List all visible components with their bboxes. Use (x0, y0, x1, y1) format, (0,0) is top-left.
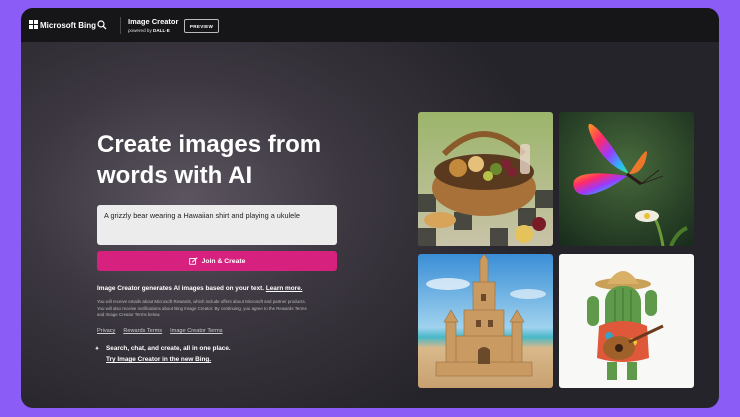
app-window: Microsoft Bing Image Creator powered by … (21, 8, 719, 408)
top-bar: Microsoft Bing Image Creator powered by … (21, 8, 719, 42)
image-creator-terms-link[interactable]: Image Creator Terms (170, 328, 222, 334)
search-button[interactable] (94, 17, 110, 33)
divider (120, 17, 121, 34)
rainbow-butterfly-art (559, 112, 694, 246)
promo-line-1: Search, chat, and create, all in one pla… (106, 345, 231, 352)
product-title[interactable]: Image Creator (128, 17, 178, 26)
picnic-basket-image[interactable] (418, 112, 553, 246)
brand-name[interactable]: Microsoft Bing (40, 21, 96, 30)
microsoft-logo-icon[interactable] (29, 20, 38, 29)
preview-badge: PREVIEW (184, 19, 219, 33)
join-create-button[interactable]: Join & Create (97, 251, 337, 271)
footer-links: Privacy Rewards Terms Image Creator Term… (97, 328, 223, 334)
powered-by-prefix: powered by (128, 28, 152, 33)
rewards-terms-link[interactable]: Rewards Terms (123, 328, 162, 334)
prompt-input[interactable]: A grizzly bear wearing a Hawaiian shirt … (97, 205, 337, 245)
cactus-guitar-image[interactable] (559, 254, 694, 388)
learn-more-link[interactable]: Learn more. (266, 285, 303, 292)
generates-text-body: Image Creator generates AI images based … (97, 285, 265, 292)
picnic-basket-art (418, 112, 553, 246)
rainbow-butterfly-image[interactable] (559, 112, 694, 246)
cactus-guitar-art (559, 254, 694, 388)
powered-by: powered by DALL·E (128, 28, 170, 33)
sandcastle-image[interactable] (418, 254, 553, 388)
powered-by-name: DALL·E (153, 28, 170, 33)
sparkle-icon (95, 346, 99, 351)
privacy-link[interactable]: Privacy (97, 328, 115, 334)
create-icon (188, 257, 198, 265)
search-icon (97, 20, 107, 30)
fine-print: You will receive emails about Microsoft … (97, 299, 307, 317)
generates-text: Image Creator generates AI images based … (97, 285, 302, 292)
try-new-bing-link[interactable]: Try Image Creator in the new Bing. (106, 356, 211, 363)
sandcastle-art (418, 254, 553, 388)
join-create-label: Join & Create (201, 257, 246, 265)
hero-headline: Create images from words with AI (97, 131, 322, 189)
promo-text: Search, chat, and create, all in one pla… (95, 345, 231, 353)
